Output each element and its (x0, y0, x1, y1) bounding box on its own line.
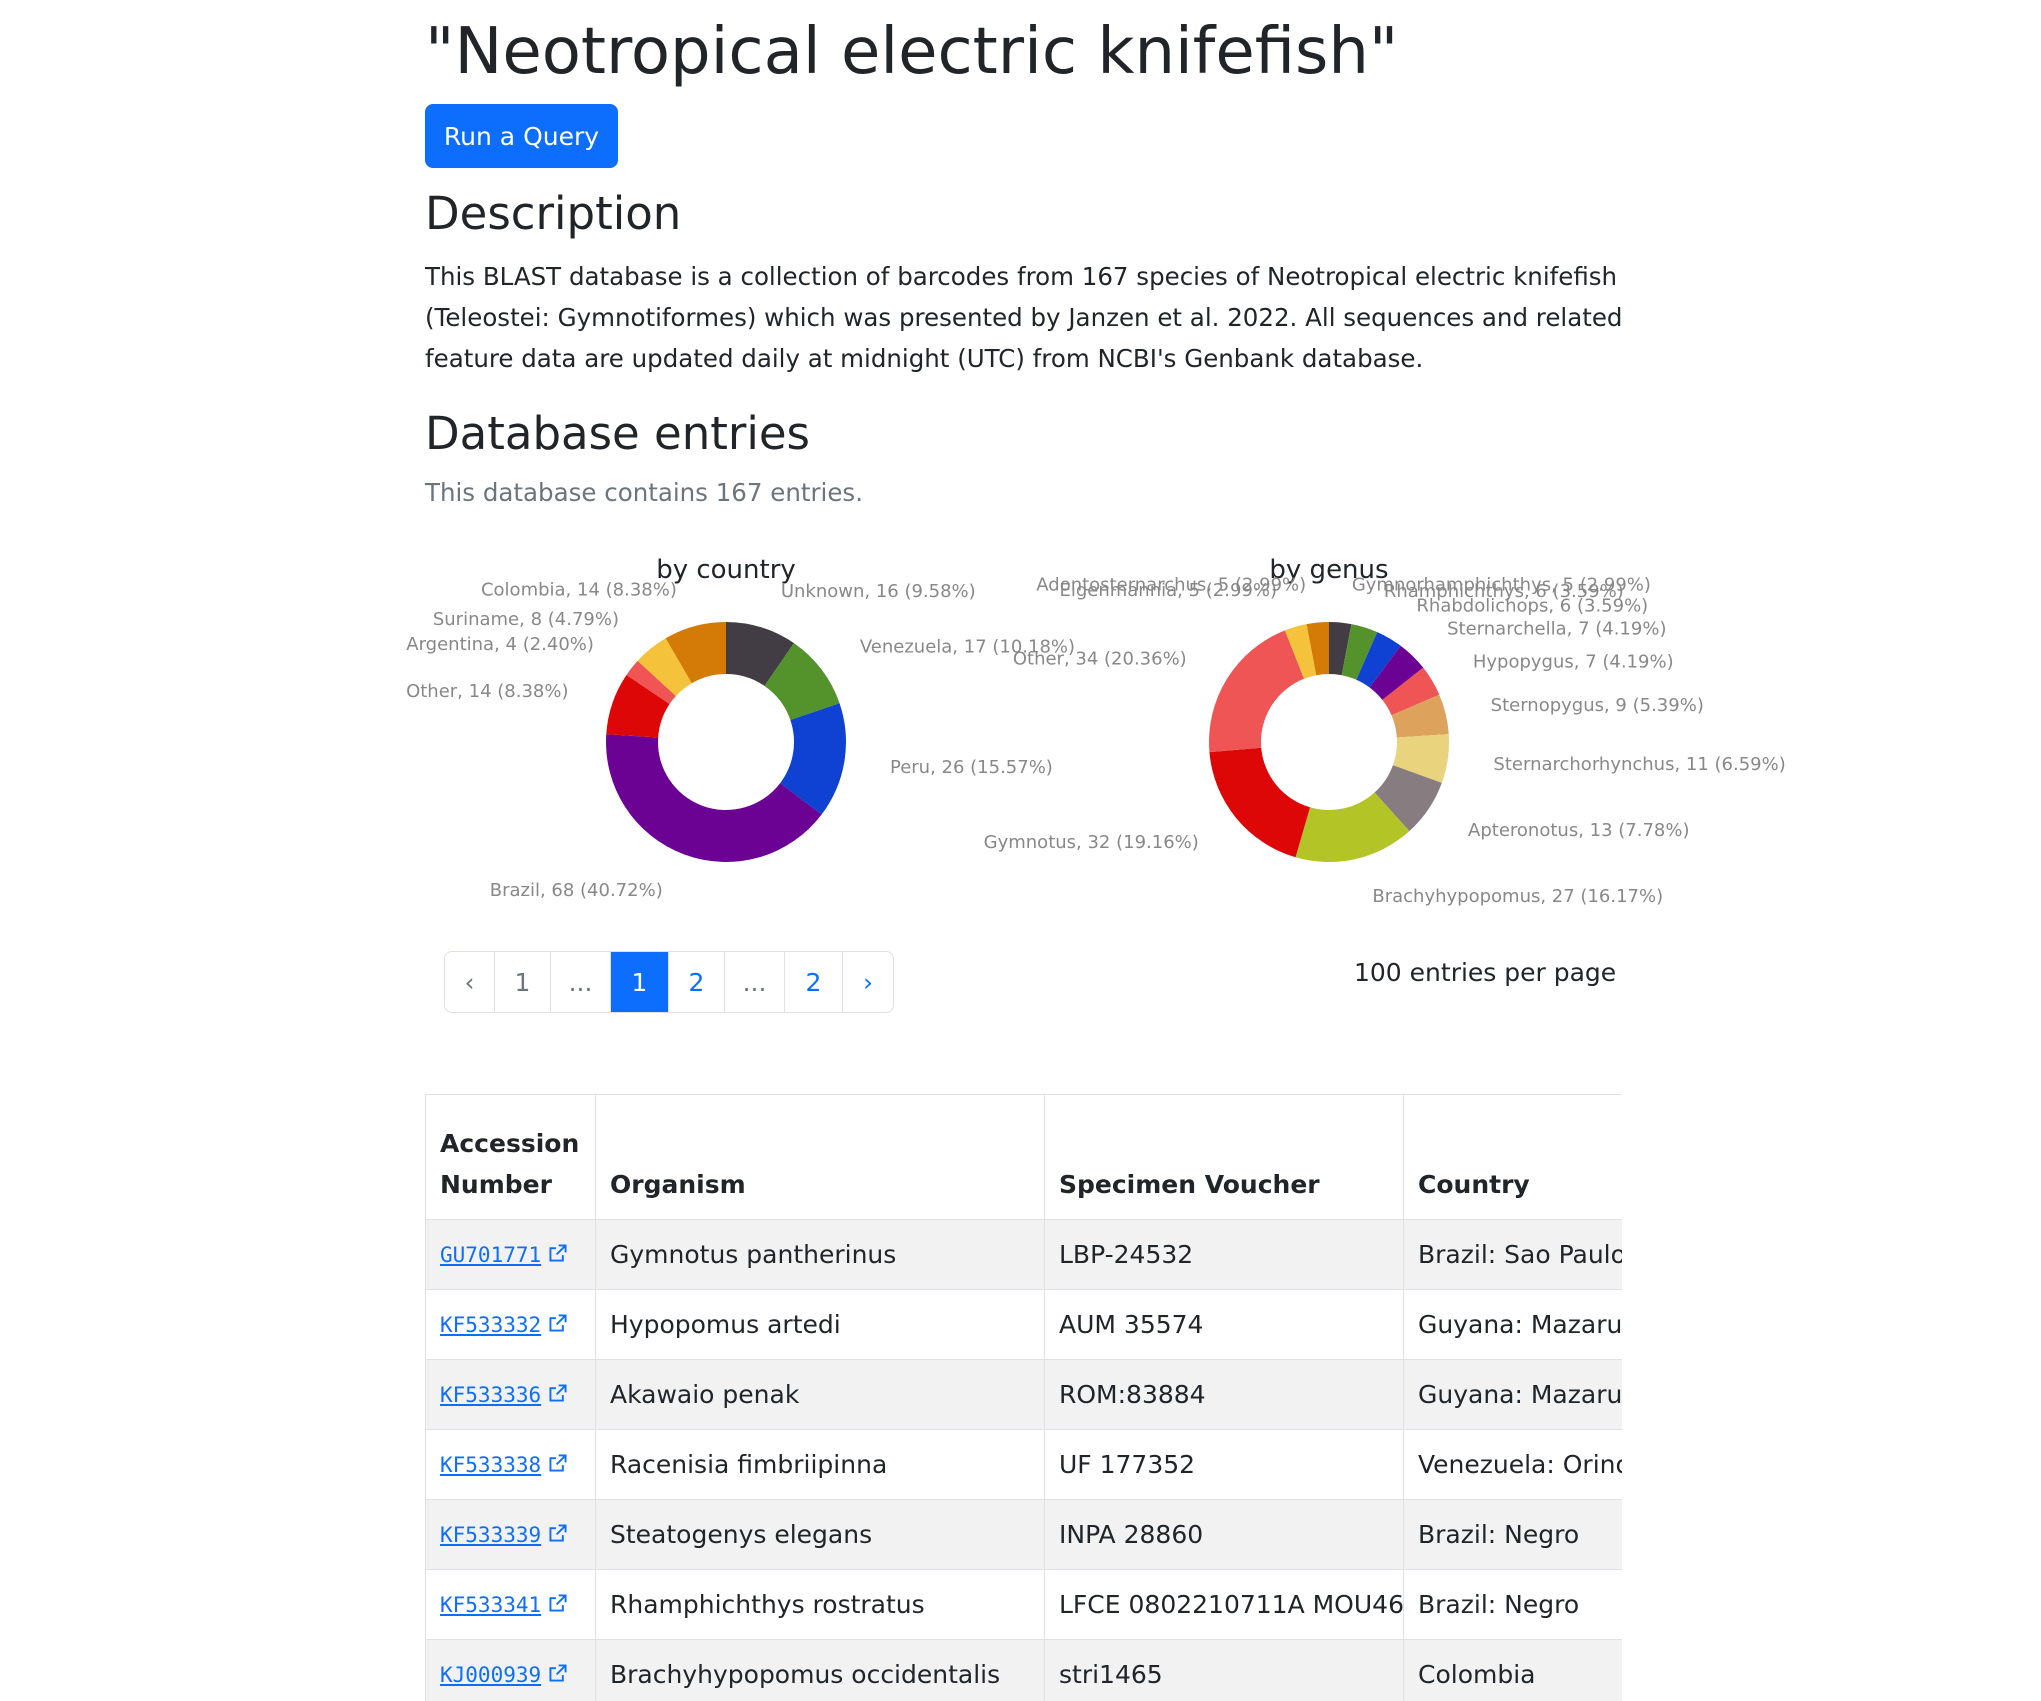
external-link-icon[interactable] (547, 1591, 569, 1620)
external-link-icon[interactable] (547, 1241, 569, 1270)
page: "Neotropical electric knifefish" Run a Q… (0, 0, 2041, 1701)
entries-table-container: Accession Number Organism Specimen Vouch… (425, 1094, 1622, 1701)
pie-label-brazil: Brazil, 68 (40.72%) (490, 880, 663, 901)
accession-link[interactable]: KF533339 (440, 1523, 541, 1547)
cell-organism: Brachyhypopomus occidentalis (595, 1639, 1045, 1701)
cell-voucher: INPA 28860 (1044, 1499, 1404, 1570)
pie-label-suriname: Suriname, 8 (4.79%) (433, 609, 619, 630)
pie-label-peru: Peru, 26 (15.57%) (890, 757, 1053, 778)
pie-slice-brazil[interactable] (606, 734, 822, 862)
page-link-2: 1 (495, 952, 551, 1012)
cell-country: Colombia (1403, 1639, 1622, 1701)
pie-slice-other[interactable] (1209, 630, 1305, 753)
pie-label-argentina: Argentina, 4 (2.40%) (406, 634, 594, 655)
page-ellipsis: ... (551, 952, 611, 1012)
external-link-icon[interactable] (547, 1661, 569, 1690)
accession-link[interactable]: GU701771 (440, 1243, 541, 1267)
cell-organism: Gymnotus pantherinus (595, 1219, 1045, 1290)
cell-voucher: LFCE 0802210711A MOU46 (1044, 1569, 1404, 1640)
table-row: KF533341 Rhamphichthys rostratus LFCE 0802… (425, 1569, 1622, 1640)
table-header-row: Accession Number Organism Specimen Vouch… (425, 1094, 1622, 1220)
page-ellipsis: ... (725, 952, 785, 1012)
charts-area: by country Unknown, 16 (9.58%) Venezuela, … (0, 0, 2041, 930)
next-page-button[interactable]: › (843, 952, 893, 1012)
cell-country: Guyana: Mazarun (1403, 1289, 1622, 1360)
chart-title-country: by country (656, 555, 796, 585)
cell-accession: KJ000939 (425, 1639, 596, 1701)
accession-link[interactable]: KJ000939 (440, 1663, 541, 1687)
cell-voucher: stri1465 (1044, 1639, 1404, 1701)
pie-label-hypopygus: Hypopygus, 7 (4.19%) (1473, 651, 1674, 672)
cell-voucher: ROM:83884 (1044, 1359, 1404, 1430)
pie-label-apteronotus: Apteronotus, 13 (7.78%) (1468, 820, 1689, 841)
cell-voucher: LBP-24532 (1044, 1219, 1404, 1290)
column-header-organism[interactable]: Organism (595, 1094, 1045, 1220)
pie-label-sternarchella: Sternarchella, 7 (4.19%) (1447, 619, 1666, 640)
cell-accession: KF533339 (425, 1499, 596, 1570)
column-header-accession[interactable]: Accession Number (425, 1094, 596, 1220)
table-row: KF533332 Hypopomus artedi AUM 35574 Guyana:… (425, 1289, 1622, 1360)
pie-label-colombia: Colombia, 14 (8.38%) (481, 579, 677, 600)
table-row: GU701771 Gymnotus pantherinus LBP-24532 Bra… (425, 1219, 1622, 1290)
cell-organism: Racenisia fimbriipinna (595, 1429, 1045, 1500)
external-link-icon[interactable] (547, 1381, 569, 1410)
pie-label-brachyhypopomus: Brachyhypopomus, 27 (16.17%) (1372, 886, 1663, 907)
cell-organism: Hypopomus artedi (595, 1289, 1045, 1360)
entries-table: Accession Number Organism Specimen Vouch… (425, 1094, 1622, 1701)
pie-label-other: Other, 34 (20.36%) (1013, 649, 1187, 670)
cell-accession: GU701771 (425, 1219, 596, 1290)
prev-page-button: ‹ (445, 952, 495, 1012)
table-row: KF533339 Steatogenys elegans INPA 28860 Bra… (425, 1499, 1622, 1570)
pie-label-other: Other, 14 (8.38%) (406, 681, 568, 702)
cell-organism: Akawaio penak (595, 1359, 1045, 1430)
accession-link[interactable]: KF533336 (440, 1383, 541, 1407)
table-row: KJ000939 Brachyhypopomus occidentalis stri… (425, 1639, 1622, 1701)
accession-link[interactable]: KF533338 (440, 1453, 541, 1477)
table-row: KF533338 Racenisia fimbriipinna UF 177352 V… (425, 1429, 1622, 1500)
pie-label-unknown: Unknown, 16 (9.58%) (781, 581, 976, 602)
table-row: KF533336 Akawaio penak ROM:83884 Guyana: Ma… (425, 1359, 1622, 1430)
cell-voucher: AUM 35574 (1044, 1289, 1404, 1360)
cell-accession: KF533341 (425, 1569, 596, 1640)
pie-label-rhabdolichops: Rhabdolichops, 6 (3.59%) (1416, 595, 1648, 616)
accession-link[interactable]: KF533332 (440, 1313, 541, 1337)
accession-link[interactable]: KF533341 (440, 1593, 541, 1617)
cell-country: Brazil: Negro (1403, 1499, 1622, 1570)
pie-label-sternarchorhynchus: Sternarchorhynchus, 11 (6.59%) (1493, 754, 1785, 775)
external-link-icon[interactable] (547, 1521, 569, 1550)
cell-country: Brazil: Sao Paulo, (1403, 1219, 1622, 1290)
pagination: ‹ 1... 1 2... 2 › (444, 951, 894, 1013)
table-body: GU701771 Gymnotus pantherinus LBP-24532 Bra… (425, 1219, 1622, 1701)
pie-charts: by countryUnknown, 16 (9.58%)Venezuela, … (406, 555, 1786, 907)
entries-per-page-label: 100 entries per page (1354, 958, 1617, 987)
external-link-icon[interactable] (547, 1451, 569, 1480)
page-link-current[interactable]: 1 (611, 952, 669, 1012)
page-link-5[interactable]: 2 (669, 952, 725, 1012)
pie-slice-gymnotus[interactable] (1209, 747, 1311, 858)
cell-voucher: UF 177352 (1044, 1429, 1404, 1500)
cell-organism: Rhamphichthys rostratus (595, 1569, 1045, 1640)
cell-accession: KF533336 (425, 1359, 596, 1430)
cell-accession: KF533332 (425, 1289, 596, 1360)
cell-country: Guyana: Mazarun (1403, 1359, 1622, 1430)
column-header-voucher[interactable]: Specimen Voucher (1044, 1094, 1404, 1220)
pie-label-adontosternarchus: Adontosternarchus, 5 (2.99%) (1036, 575, 1306, 596)
column-header-country[interactable]: Country (1403, 1094, 1622, 1220)
cell-organism: Steatogenys elegans (595, 1499, 1045, 1570)
page-link-7[interactable]: 2 (785, 952, 843, 1012)
pie-label-sternopygus: Sternopygus, 9 (5.39%) (1491, 695, 1704, 716)
external-link-icon[interactable] (547, 1311, 569, 1340)
cell-country: Venezuela: Orinoc (1403, 1429, 1622, 1500)
cell-accession: KF533338 (425, 1429, 596, 1500)
pie-label-gymnotus: Gymnotus, 32 (19.16%) (984, 832, 1199, 853)
cell-country: Brazil: Negro (1403, 1569, 1622, 1640)
